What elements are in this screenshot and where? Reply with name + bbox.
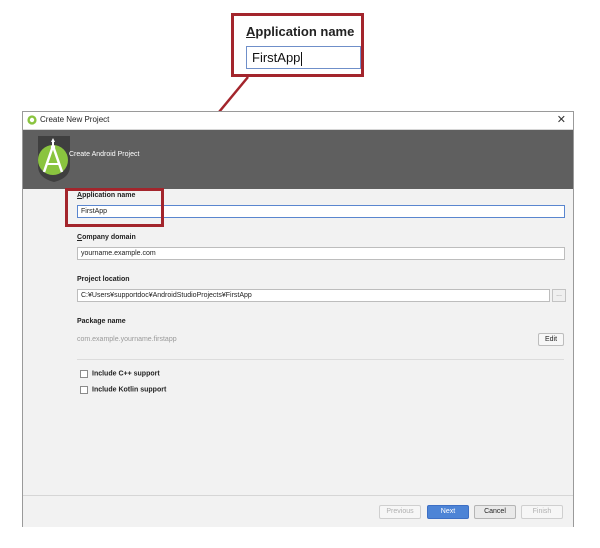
edit-package-button[interactable]: Edit xyxy=(538,333,564,346)
project-location-input[interactable]: C:¥Users¥supportdoc¥AndroidStudioProject… xyxy=(77,289,550,302)
include-cpp-label: Include C++ support xyxy=(92,370,160,378)
package-name-label: Package name xyxy=(77,318,126,325)
browse-location-button[interactable]: ... xyxy=(552,289,566,302)
section-divider xyxy=(77,359,564,360)
company-domain-label: Company domain xyxy=(77,234,136,241)
company-domain-input[interactable]: yourname.example.com xyxy=(77,247,565,260)
text-caret xyxy=(301,51,303,66)
dialog-content: Application name FirstApp Company domain… xyxy=(23,189,573,495)
include-kotlin-checkbox[interactable] xyxy=(80,386,88,394)
dialog-banner: Create Android Project xyxy=(23,130,573,189)
include-kotlin-option[interactable]: Include Kotlin support xyxy=(80,386,166,394)
include-cpp-checkbox[interactable] xyxy=(80,370,88,378)
include-kotlin-label: Include Kotlin support xyxy=(92,386,167,394)
dialog-title: Create New Project xyxy=(40,115,110,124)
close-button[interactable]: ✕ xyxy=(557,113,566,127)
banner-title: Create Android Project xyxy=(69,151,140,158)
callout-label-rest: pplication name xyxy=(255,24,355,39)
app-name-label-rest: pplication name xyxy=(82,192,136,199)
app-name-label: Application name xyxy=(77,192,135,199)
callout-app-name-label: Application name xyxy=(246,24,354,39)
company-domain-label-rest: ompany domain xyxy=(82,234,136,241)
include-cpp-option[interactable]: Include C++ support xyxy=(80,370,160,378)
android-studio-logo-icon xyxy=(38,136,70,182)
callout-label-mnemonic: A xyxy=(246,24,256,39)
project-location-label: Project location xyxy=(77,276,130,283)
android-studio-icon xyxy=(27,115,37,125)
callout-input-value: FirstApp xyxy=(252,50,301,65)
create-project-dialog: Create New Project ✕ Create Android Proj… xyxy=(22,111,574,527)
dialog-footer: Previous Next Cancel Finish xyxy=(23,495,573,527)
dialog-titlebar: Create New Project ✕ xyxy=(23,112,573,130)
previous-button[interactable]: Previous xyxy=(379,505,421,519)
cancel-button[interactable]: Cancel xyxy=(474,505,516,519)
callout-app-name-input: FirstApp xyxy=(246,46,361,69)
next-button[interactable]: Next xyxy=(427,505,469,519)
finish-button[interactable]: Finish xyxy=(521,505,563,519)
package-name-value: com.example.yourname.firstapp xyxy=(77,336,177,343)
app-name-input[interactable]: FirstApp xyxy=(77,205,565,218)
zoom-callout: Application name FirstApp xyxy=(231,13,364,77)
